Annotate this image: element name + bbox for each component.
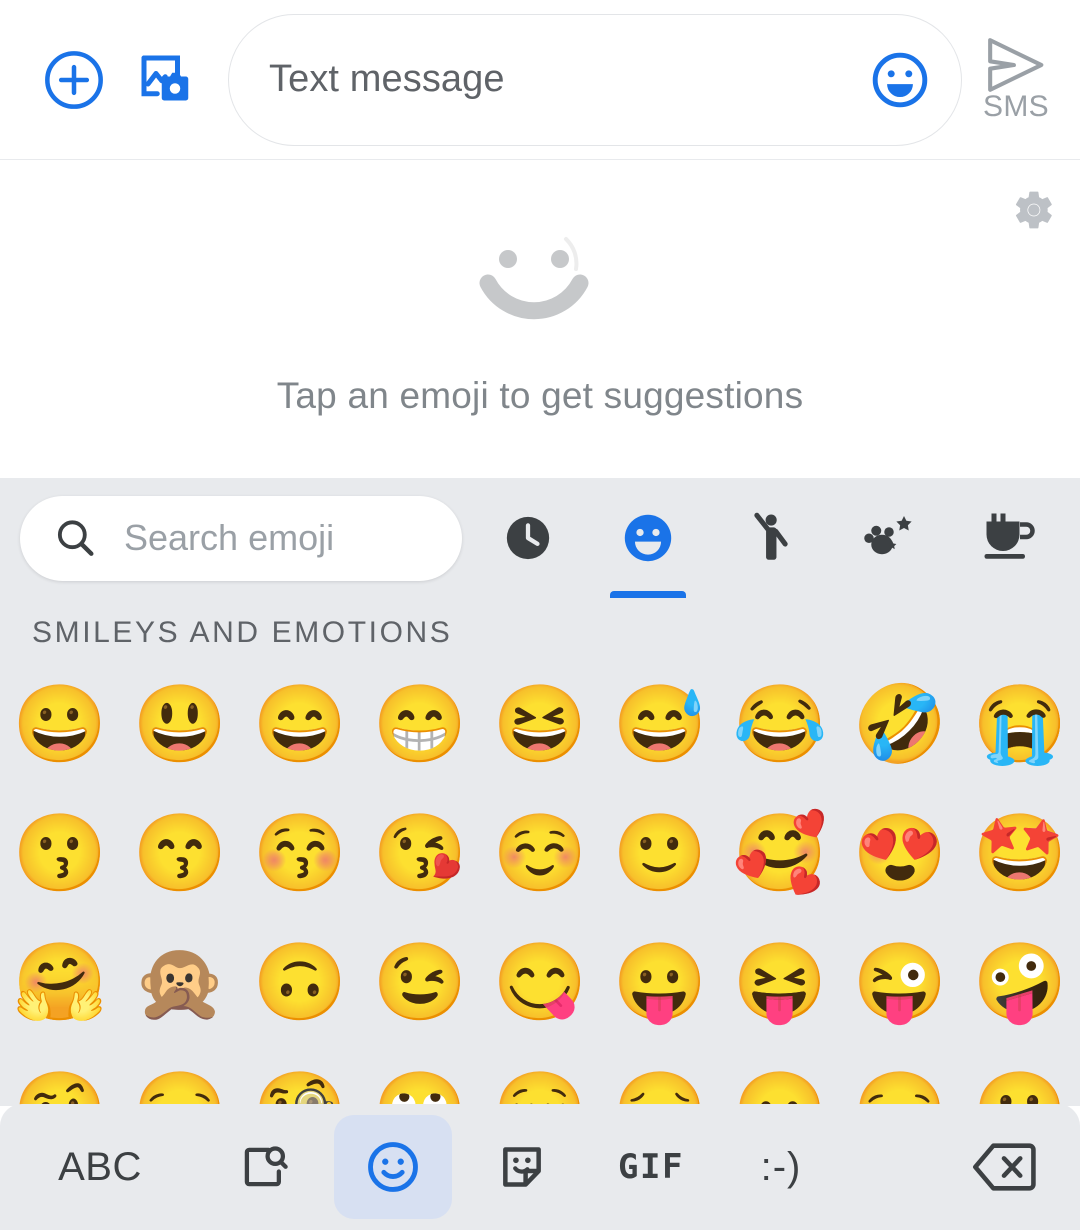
emoji-cell[interactable]: 😆 <box>480 660 600 789</box>
tab-people[interactable] <box>708 478 828 598</box>
suggestion-empty-text: Tap an emoji to get suggestions <box>276 375 804 416</box>
tab-animals-nature[interactable] <box>828 478 948 598</box>
message-input-field[interactable]: Text message <box>228 13 962 146</box>
keyboard-sticker-button[interactable] <box>458 1104 586 1230</box>
emoji-cell[interactable]: 😚 <box>240 789 360 918</box>
emoji-section-title: SMILEYS AND EMOTIONS <box>32 616 453 649</box>
search-emoji-input[interactable]: Search emoji <box>20 495 462 581</box>
emoji-cell[interactable]: 🙄 <box>360 1047 480 1106</box>
emoji-cell[interactable]: 😗 <box>0 789 120 918</box>
emoji-cell[interactable]: 🙊 <box>120 918 240 1047</box>
emoji-cell[interactable]: 🤪 <box>960 918 1080 1047</box>
gallery-camera-button[interactable] <box>132 48 196 112</box>
message-input-placeholder: Text message <box>269 58 505 100</box>
emoji-cell[interactable]: 😙 <box>120 789 240 918</box>
big-smiley-outline-icon <box>479 237 589 320</box>
keyboard-abc-label: ABC <box>58 1144 142 1189</box>
tab-food-drink[interactable] <box>948 478 1068 598</box>
emoji-cell[interactable]: 🤣 <box>840 660 960 789</box>
emoji-smiley-icon <box>368 1142 418 1192</box>
keyboard-gif-label: GIF <box>618 1147 684 1187</box>
emoji-cell[interactable]: 😭 <box>960 660 1080 789</box>
send-type-label: SMS <box>983 89 1049 123</box>
send-button[interactable]: SMS <box>962 14 1070 146</box>
emoji-cell[interactable]: 😄 <box>240 660 360 789</box>
animal-paw-sparkle-icon <box>864 516 912 555</box>
emoji-grid: 😀😃😄😁😆😅😂🤣😭 😗😙😚😘☺️🙂🥰😍🤩 🤗🙊🙃😉😋😛😝😜🤪 🤨😏🧐🙄😌😔😦😒🙁 <box>0 660 1080 1106</box>
emoji-cell[interactable]: 🧐 <box>240 1047 360 1106</box>
category-tab-bar <box>462 478 1080 598</box>
emoji-cell[interactable]: 🤩 <box>960 789 1080 918</box>
emoji-cell[interactable]: 😜 <box>840 918 960 1047</box>
emoji-cell[interactable]: 😝 <box>720 918 840 1047</box>
keyboard-kaomoji-label: :-) <box>760 1144 802 1189</box>
emoji-cell[interactable]: 😌 <box>480 1047 600 1106</box>
emoji-cell[interactable]: 🤨 <box>0 1047 120 1106</box>
search-icon <box>57 520 94 556</box>
suggestion-empty-state: Tap an emoji to get suggestions <box>0 160 1080 478</box>
emoji-cell[interactable]: 😉 <box>360 918 480 1047</box>
smiley-icon <box>624 514 672 562</box>
emoji-cell[interactable]: 😔 <box>600 1047 720 1106</box>
emoji-cell[interactable]: 😅 <box>600 660 720 789</box>
emoji-cell[interactable]: 🥰 <box>720 789 840 918</box>
sticker-icon <box>503 1147 541 1187</box>
emoji-cell[interactable]: 😍 <box>840 789 960 918</box>
tab-active-indicator <box>610 591 686 598</box>
keyboard-search-button[interactable] <box>200 1104 328 1230</box>
emoji-keyboard-screen: Text message SMS Tap an emoji to get sug… <box>0 0 1080 1230</box>
emoji-cell[interactable]: 😒 <box>840 1047 960 1106</box>
emoji-cell[interactable]: 😀 <box>0 660 120 789</box>
emoji-cell[interactable]: 😘 <box>360 789 480 918</box>
keyboard-gif-button[interactable]: GIF <box>586 1104 716 1230</box>
emoji-cell[interactable]: 🙁 <box>960 1047 1080 1106</box>
add-circle-icon <box>45 50 103 109</box>
emoji-face-icon[interactable] <box>869 49 931 111</box>
emoji-cell[interactable]: 😂 <box>720 660 840 789</box>
keyboard-abc-button[interactable]: ABC <box>0 1104 200 1230</box>
emoji-suggestion-panel: Tap an emoji to get suggestions <box>0 160 1080 478</box>
add-attachment-button[interactable] <box>42 48 106 112</box>
cup-saucer-icon <box>984 513 1035 559</box>
page-search-icon <box>244 1146 288 1187</box>
emoji-cell[interactable]: 😦 <box>720 1047 840 1106</box>
tab-recent[interactable] <box>468 478 588 598</box>
emoji-cell[interactable]: 🤗 <box>0 918 120 1047</box>
emoji-cell[interactable]: 😏 <box>120 1047 240 1106</box>
emoji-cell[interactable]: 😋 <box>480 918 600 1047</box>
person-waving-icon <box>754 512 788 560</box>
gallery-camera-icon <box>141 55 189 100</box>
keyboard-backspace-button[interactable] <box>930 1104 1080 1230</box>
emoji-cell[interactable]: 🙂 <box>600 789 720 918</box>
emoji-cell[interactable]: ☺️ <box>480 789 600 918</box>
emoji-cell[interactable]: 😛 <box>600 918 720 1047</box>
keyboard-kaomoji-button[interactable]: :-) <box>716 1104 846 1230</box>
send-arrow-icon <box>988 37 1044 92</box>
keyboard-emoji-button[interactable] <box>334 1115 452 1219</box>
emoji-cell[interactable]: 🙃 <box>240 918 360 1047</box>
clock-icon <box>506 516 550 560</box>
emoji-grid-area[interactable]: SMILEYS AND EMOTIONS 😀 😃 😄 😁 😆 😅 😂 🤣 😭 😗 😙 😚 😘 ☺️ 🙂 🥰 😍 🤩… <box>0 598 1080 1106</box>
search-emoji-placeholder: Search emoji <box>124 517 335 558</box>
backspace-icon <box>973 1143 1036 1191</box>
compose-bar: Text message SMS <box>0 0 1080 160</box>
emoji-search-and-tabs-row: Search emoji <box>0 478 1080 598</box>
emoji-cell[interactable]: 😁 <box>360 660 480 789</box>
tab-smileys[interactable] <box>588 478 708 598</box>
emoji-cell[interactable]: 😃 <box>120 660 240 789</box>
keyboard-bottom-bar: ABC GIF:-) <box>0 1104 1080 1230</box>
